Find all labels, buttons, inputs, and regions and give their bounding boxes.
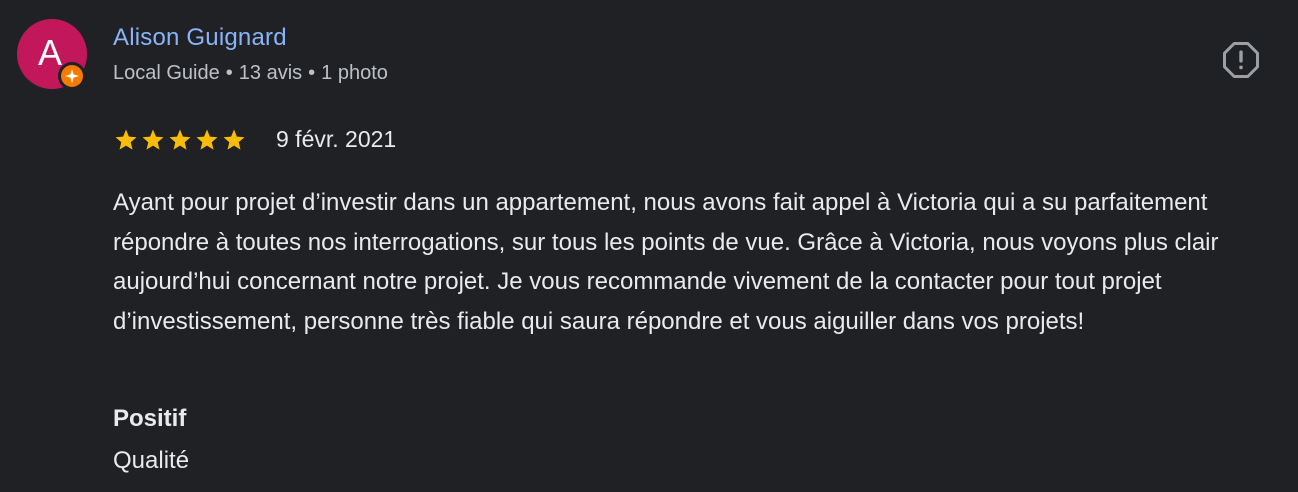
positive-value: Qualité <box>113 447 190 474</box>
star-filled-icon <box>113 128 139 152</box>
reviews-count: 13 avis <box>238 62 303 84</box>
star-filled-icon <box>167 128 193 152</box>
star-filled-icon <box>221 128 247 152</box>
review-text: Ayant pour projet d’investir dans un app… <box>113 189 1219 335</box>
photos-count: 1 photo <box>321 62 388 84</box>
reviewer-meta: Local Guide • 13 avis • 1 photo <box>113 62 388 85</box>
meta-separator: • <box>225 62 233 84</box>
reviewer-name[interactable]: Alison Guignard <box>113 24 287 52</box>
star-filled-icon <box>194 128 220 152</box>
avatar-initial: A <box>37 32 62 73</box>
local-guide-badge <box>58 62 86 90</box>
local-guide-star-icon <box>61 65 83 87</box>
star-filled-icon <box>140 128 166 152</box>
meta-separator: • <box>308 62 316 84</box>
star-rating <box>113 128 247 152</box>
report-button[interactable] <box>1222 41 1260 79</box>
report-icon <box>1223 42 1259 78</box>
positive-heading: Positif <box>113 405 187 432</box>
local-guide-label: Local Guide <box>113 62 220 84</box>
review-date: 9 févr. 2021 <box>276 126 397 152</box>
